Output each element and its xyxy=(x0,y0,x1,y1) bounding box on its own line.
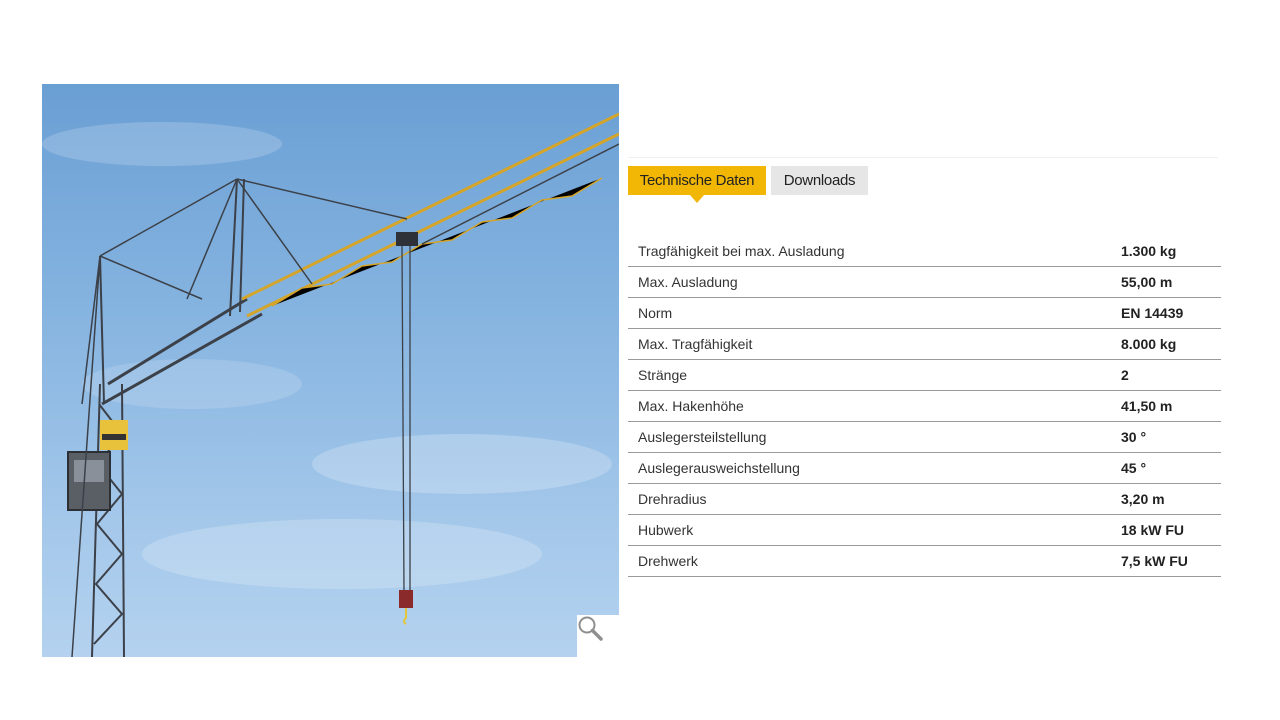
spec-value: 18 kW FU xyxy=(1121,522,1185,538)
spec-value: EN 14439 xyxy=(1121,305,1184,321)
spec-label: Drehwerk xyxy=(638,553,698,569)
tab-label: Technische Daten xyxy=(639,172,755,189)
crane-illustration xyxy=(42,112,619,657)
spec-label: Max. Hakenhöhe xyxy=(638,398,744,414)
table-row: Tragfähigkeit bei max. Ausladung 1.300 k… xyxy=(628,236,1221,267)
magnifier-icon xyxy=(578,616,603,641)
tab-downloads[interactable]: Downloads xyxy=(771,166,868,195)
table-row: Stränge 2 xyxy=(628,360,1221,391)
table-row: Max. Tragfähigkeit 8.000 kg xyxy=(628,329,1221,360)
table-row: Norm EN 14439 xyxy=(628,298,1221,329)
table-row: Max. Ausladung 55,00 m xyxy=(628,267,1221,298)
table-row: Hubwerk 18 kW FU xyxy=(628,515,1221,546)
spec-label: Tragfähigkeit bei max. Ausladung xyxy=(638,243,845,259)
spec-label: Auslegersteilstellung xyxy=(638,429,767,445)
spec-value: 3,20 m xyxy=(1121,491,1165,507)
spec-value: 45 ° xyxy=(1121,460,1147,476)
spec-value: 2 xyxy=(1121,367,1129,383)
spec-label: Max. Tragfähigkeit xyxy=(638,336,753,352)
spec-label: Norm xyxy=(638,305,673,321)
table-row: Auslegersteilstellung 30 ° xyxy=(628,422,1221,453)
table-row: Max. Hakenhöhe 41,50 m xyxy=(628,391,1221,422)
spec-label: Auslegerausweichstellung xyxy=(638,460,800,476)
spec-value: 8.000 kg xyxy=(1121,336,1177,352)
zoom-button[interactable] xyxy=(577,615,619,657)
spec-value: 30 ° xyxy=(1121,429,1147,445)
spec-label: Max. Ausladung xyxy=(638,274,738,290)
table-row: Drehwerk 7,5 kW FU xyxy=(628,546,1221,577)
tab-technische-daten[interactable]: Technische Daten xyxy=(628,166,766,203)
table-row: Auslegerausweichstellung 45 ° xyxy=(628,453,1221,484)
spec-value: 41,50 m xyxy=(1121,398,1173,414)
spec-label: Hubwerk xyxy=(638,522,694,538)
divider xyxy=(628,157,1218,158)
spec-label: Drehradius xyxy=(638,491,707,507)
specs-table: Tragfähigkeit bei max. Ausladung 1.300 k… xyxy=(628,236,1221,577)
active-tab-pointer xyxy=(690,195,704,203)
table-row: Drehradius 3,20 m xyxy=(628,484,1221,515)
spec-value: 1.300 kg xyxy=(1121,243,1177,259)
tab-label: Downloads xyxy=(783,172,856,189)
spec-value: 55,00 m xyxy=(1121,274,1173,290)
spec-value: 7,5 kW FU xyxy=(1121,553,1188,569)
product-image[interactable] xyxy=(42,84,619,657)
spec-label: Stränge xyxy=(638,367,688,383)
